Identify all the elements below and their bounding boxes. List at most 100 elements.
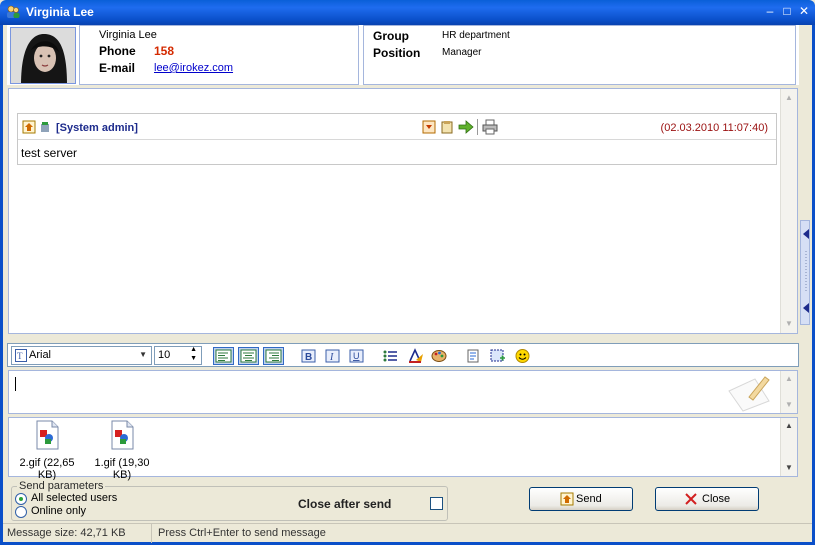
font-icon: T (15, 349, 27, 362)
message-header: [System admin] (02.03.2010 11:07:40) (18, 114, 776, 140)
close-after-send-checkbox[interactable] (430, 497, 443, 510)
phone-value: 158 (154, 44, 175, 58)
message-history[interactable]: [System admin] (02.03.2010 11:07:40) tes… (8, 88, 798, 334)
contact-info-box: Virginia Lee Phone 158 E-mail lee@irokez… (79, 25, 359, 85)
contact-name: Virginia Lee (99, 29, 157, 41)
attachment-item[interactable]: 2.gif (22,65 KB) (11, 420, 83, 481)
reply-icon[interactable] (22, 120, 36, 134)
avatar (10, 27, 76, 84)
svg-text:I: I (329, 352, 334, 363)
attachment-item[interactable]: 1.gif (19,30 KB) (86, 420, 158, 481)
attachments-scrollbar[interactable]: ▲ ▼ (780, 418, 797, 476)
send-parameters-legend: Send parameters (17, 480, 106, 492)
group-label: Group (373, 29, 409, 43)
maximize-button[interactable]: □ (780, 4, 794, 18)
forward-icon[interactable] (458, 119, 474, 135)
send-button[interactable]: Send (529, 487, 633, 511)
align-left-button[interactable] (213, 347, 234, 365)
stepper-up-icon[interactable]: ▲ (190, 346, 197, 353)
text-color-button[interactable] (405, 347, 426, 365)
align-center-button[interactable] (238, 347, 259, 365)
stepper-down-icon[interactable]: ▼ (190, 355, 197, 362)
font-select[interactable]: T Arial ▼ (11, 346, 152, 365)
scroll-down-icon[interactable]: ▼ (784, 400, 794, 410)
hint-status: Press Ctrl+Enter to send message (151, 524, 332, 543)
copy-icon[interactable] (440, 120, 454, 134)
attachments-panel: 2.gif (22,65 KB) 1.gif (19,30 KB) ▲ ▼ (8, 417, 798, 481)
chevron-down-icon[interactable]: ▼ (139, 350, 147, 359)
italic-icon: I (325, 349, 340, 363)
all-users-label[interactable]: All selected users (31, 492, 117, 504)
underline-button[interactable]: U (346, 347, 367, 365)
bullet-list-icon (383, 350, 397, 362)
toolbar-separator (477, 119, 478, 135)
window-title: Virginia Lee (26, 5, 94, 19)
close-icon (685, 493, 697, 505)
message-input[interactable]: ▲ ▼ (8, 370, 798, 414)
message-text: test server (21, 146, 78, 160)
scroll-up-icon[interactable]: ▲ (784, 374, 794, 384)
status-bar: Message size: 42,71 KB Press Ctrl+Enter … (3, 523, 812, 543)
message-timestamp: (02.03.2010 11:07:40) (660, 122, 768, 134)
group-info-box: Group HR department Position Manager (363, 25, 796, 85)
close-button[interactable]: Close (655, 487, 759, 511)
send-label: Send (576, 493, 602, 505)
underline-icon: U (349, 349, 364, 363)
message-item: [System admin] (02.03.2010 11:07:40) tes… (17, 113, 777, 165)
font-size-stepper[interactable]: 10 ▲ ▼ (154, 346, 202, 365)
group-value: HR department (442, 30, 510, 41)
background-color-icon (431, 350, 447, 362)
scroll-down-icon[interactable]: ▼ (784, 319, 794, 329)
email-label: E-mail (99, 61, 136, 75)
attachment-name: 2.gif (22,65 KB) (19, 457, 75, 481)
send-parameters-group: Send parameters All selected users Onlin… (11, 480, 448, 521)
splitter-grip[interactable] (800, 220, 810, 325)
user-status-icon (41, 122, 49, 132)
history-scrollbar[interactable]: ▲ ▼ (780, 89, 797, 333)
editor-scrollbar[interactable]: ▲ ▼ (780, 371, 797, 413)
app-users-icon (7, 5, 20, 18)
bold-icon: B (301, 349, 316, 363)
title-bar: Virginia Lee – □ ✕ (0, 0, 815, 25)
insert-file-button[interactable] (463, 347, 484, 365)
online-only-label[interactable]: Online only (31, 505, 86, 517)
screenshot-button[interactable] (487, 347, 508, 365)
chat-window: Virginia Lee Phone 158 E-mail lee@irokez… (0, 25, 815, 545)
minimize-button[interactable]: – (763, 4, 777, 18)
close-window-button[interactable]: ✕ (797, 4, 811, 18)
attachment-name: 1.gif (19,30 KB) (94, 457, 150, 481)
online-only-radio[interactable] (15, 506, 27, 518)
svg-text:T: T (17, 351, 23, 361)
italic-button[interactable]: I (322, 347, 343, 365)
scroll-up-icon[interactable]: ▲ (784, 93, 794, 103)
all-users-radio[interactable] (15, 493, 27, 505)
collapse-arrows-icon[interactable] (801, 221, 811, 326)
bold-button[interactable]: B (298, 347, 319, 365)
background-color-button[interactable] (429, 347, 450, 365)
quote-reply-icon[interactable] (422, 120, 436, 134)
align-right-icon (265, 349, 282, 363)
contact-header: Virginia Lee Phone 158 E-mail lee@irokez… (7, 25, 799, 85)
text-color-icon (409, 348, 423, 363)
svg-text:B: B (305, 352, 312, 363)
smiley-button[interactable] (512, 347, 533, 365)
message-sender[interactable]: [System admin] (56, 122, 138, 134)
format-toolbar: T Arial ▼ 10 ▲ ▼ B I U (7, 343, 799, 367)
scroll-up-icon[interactable]: ▲ (784, 421, 794, 431)
compose-watermark-icon (728, 376, 770, 412)
phone-label: Phone (99, 44, 136, 58)
print-icon[interactable] (482, 119, 498, 135)
font-size-value: 10 (158, 349, 171, 361)
bullet-list-button[interactable] (380, 347, 401, 365)
text-caret (15, 377, 16, 391)
scroll-down-icon[interactable]: ▼ (784, 463, 794, 473)
gif-file-icon (36, 420, 59, 450)
insert-file-icon (467, 349, 479, 363)
email-link[interactable]: lee@irokez.com (154, 62, 233, 74)
position-label: Position (373, 46, 421, 60)
screenshot-icon (490, 349, 505, 362)
align-right-button[interactable] (263, 347, 284, 365)
smiley-icon (515, 349, 530, 363)
close-label: Close (702, 493, 731, 505)
close-after-send-label[interactable]: Close after send (298, 497, 391, 511)
